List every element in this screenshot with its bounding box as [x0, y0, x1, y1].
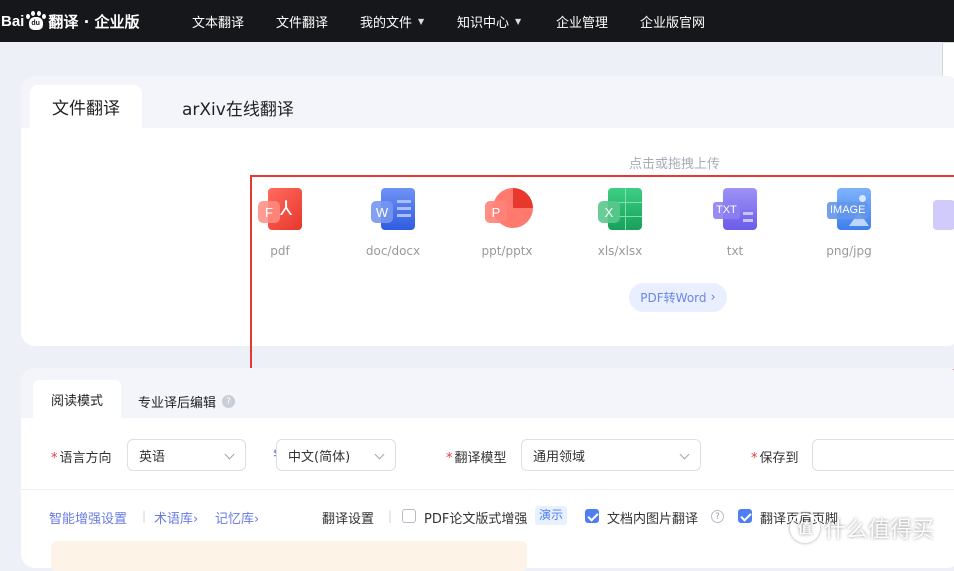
tab-file-translate[interactable]: 文件翻译 [30, 85, 142, 128]
nav-label: 知识中心 [457, 15, 510, 31]
tab-arxiv-translate[interactable]: arXiv在线翻译 [182, 95, 294, 120]
header-footer-checkbox[interactable] [738, 509, 752, 523]
smart-enhance-link[interactable]: 智能增强设置 [49, 508, 127, 527]
highlight-frame [250, 175, 954, 371]
nav-label: 我的文件 [360, 15, 413, 31]
brand-product-name: 翻译 · 企业版 [48, 12, 140, 31]
watermark: 值 什么值得买 [790, 508, 934, 548]
watermark-text: 什么值得买 [824, 518, 935, 543]
select-value: 中文(简体) [288, 449, 351, 465]
upload-hint[interactable]: 点击或拖拽上传 [629, 153, 720, 172]
chevron-down-icon [374, 449, 385, 460]
tab-label: 专业译后编辑 [138, 396, 217, 411]
translate-settings-label: 翻译设置 [322, 512, 375, 527]
image-translate-label: 文档内图片翻译 [607, 512, 699, 527]
save-to-select[interactable] [812, 439, 954, 471]
baidu-paw-icon: du [25, 11, 47, 31]
help-icon[interactable]: ? [711, 510, 724, 523]
link-label: 术语库 [154, 512, 194, 527]
select-value: 通用领域 [533, 449, 586, 465]
chevron-down-icon [679, 449, 690, 460]
nav-enterprise-site[interactable]: 企业版官网 [640, 0, 705, 42]
caret-down-icon: ▼ [515, 16, 522, 26]
pdf-layout-label: PDF论文版式增强 [424, 512, 528, 527]
brand-bai-text: Bai [1, 12, 25, 30]
save-to-label: * 保存到 [751, 451, 799, 466]
nav-label: 文件翻译 [276, 15, 329, 31]
tab-reading-mode[interactable]: 阅读模式 [33, 380, 121, 418]
termbase-link[interactable]: 术语库› [154, 508, 198, 527]
upload-tabs: 文件翻译 arXiv在线翻译 [21, 76, 954, 128]
label-text: 翻译模型 [454, 451, 507, 466]
source-lang-select[interactable]: 英语 [127, 439, 246, 471]
label-text: 语言方向 [59, 451, 112, 466]
memory-link[interactable]: 记忆库› [215, 508, 259, 527]
caret-down-icon: ▼ [418, 16, 425, 26]
nav-enterprise-admin[interactable]: 企业管理 [556, 0, 608, 42]
label-text: 保存到 [759, 451, 799, 466]
separator: | [142, 509, 147, 523]
top-nav: Bai du 翻译 · 企业版 文本翻译 文件翻译 我的文件 ▼ 知识中心 ▼ 企业… [0, 0, 954, 42]
brand-du-text: du [31, 20, 40, 27]
tab-pro-post-edit[interactable]: 专业译后编辑 ? [138, 392, 236, 411]
nav-label: 文本翻译 [192, 15, 245, 31]
nav-file-translate[interactable]: 文件翻译 [276, 0, 328, 42]
separator: | [388, 509, 393, 523]
nav-label: 企业管理 [556, 15, 609, 31]
help-icon[interactable]: ? [222, 395, 236, 408]
mode-tabs: 阅读模式 专业译后编辑 ? [21, 368, 954, 418]
pdf-layout-checkbox[interactable] [402, 509, 416, 523]
demo-tag[interactable]: 演示 [535, 506, 568, 525]
model-select[interactable]: 通用领域 [521, 439, 701, 471]
brand-logo[interactable]: Bai du 翻译 · 企业版 [0, 0, 172, 42]
target-lang-select[interactable]: 中文(简体) [276, 439, 396, 471]
select-value: 英语 [139, 449, 166, 465]
link-label: 记忆库 [215, 512, 255, 527]
model-label: * 翻译模型 [446, 451, 507, 466]
watermark-logo-icon: 值 [790, 513, 820, 543]
image-translate-checkbox[interactable] [585, 509, 599, 523]
chevron-down-icon [224, 449, 235, 460]
lang-direction-label: * 语言方向 [51, 451, 112, 466]
divider [21, 489, 954, 490]
nav-knowledge-center[interactable]: 知识中心 ▼ [457, 0, 521, 42]
nav-my-files[interactable]: 我的文件 ▼ [360, 0, 424, 42]
notice-bar [51, 541, 527, 571]
nav-text-translate[interactable]: 文本翻译 [192, 0, 244, 42]
nav-label: 企业版官网 [640, 15, 706, 31]
